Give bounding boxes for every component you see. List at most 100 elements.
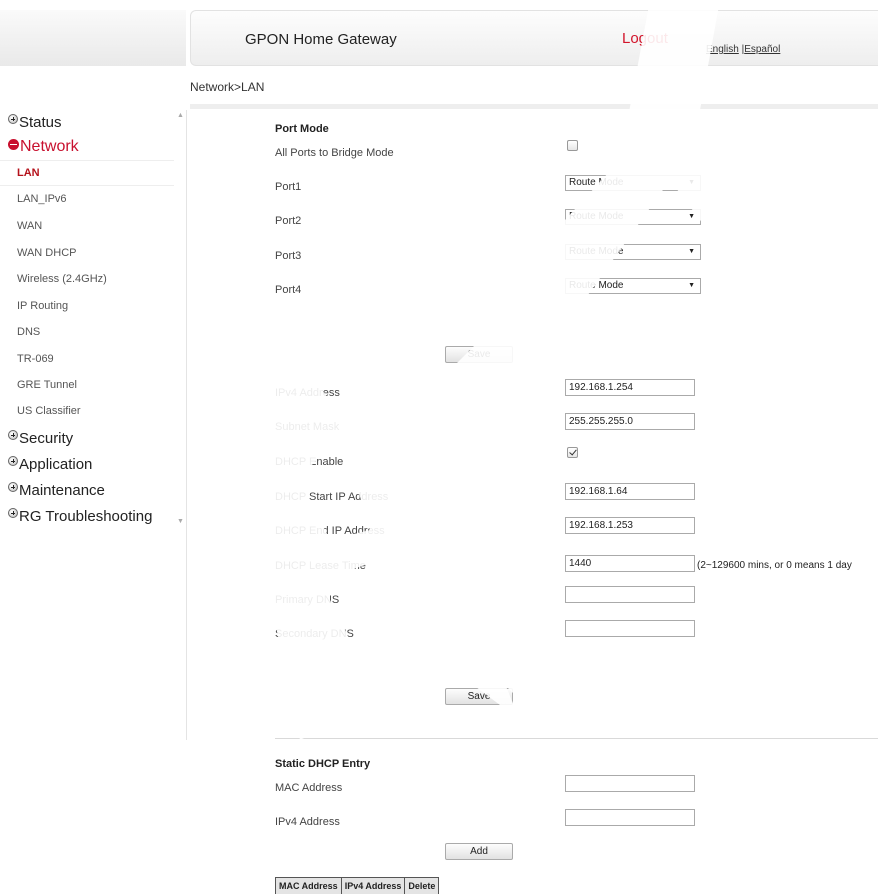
- breadcrumb-divider: [190, 104, 878, 109]
- port4-select[interactable]: Route Mode ▼: [565, 278, 701, 294]
- watermark-letter-r: [0, 720, 200, 894]
- bridge-mode-label: All Ports to Bridge Mode: [275, 147, 394, 159]
- nav-group-network[interactable]: Network: [8, 136, 79, 158]
- lease-time-hint: (2~129600 mins, or 0 means 1 day: [697, 560, 852, 571]
- sidebar-item-wan-dhcp[interactable]: WAN DHCP: [0, 240, 174, 266]
- sidebar-header: [0, 10, 186, 66]
- scroll-down-icon[interactable]: ▼: [177, 518, 184, 526]
- chevron-down-icon: ▼: [688, 282, 695, 289]
- static-ipv4-input[interactable]: [565, 809, 695, 826]
- watermark-letter-d: [0, 520, 150, 720]
- top-header: GPON Home Gateway Logout English |Españo…: [190, 10, 878, 66]
- column-header-mac: MAC Address: [275, 877, 342, 894]
- expand-plus-icon: [8, 430, 18, 440]
- nav-group-label: Status: [19, 113, 62, 131]
- lang-english-link[interactable]: English: [706, 44, 739, 55]
- dhcp-end-label: DHCP End IP Address: [275, 525, 385, 537]
- chevron-down-icon: ▼: [688, 179, 695, 186]
- port1-select-value: Route Mode: [569, 177, 624, 188]
- secondary-dns-label: Secondary DNS: [275, 628, 354, 640]
- sidebar-item-label: IP Routing: [17, 300, 69, 312]
- port-mode-save-button[interactable]: Save: [445, 346, 513, 363]
- expand-plus-icon: [8, 482, 18, 492]
- port4-select-value: Route Mode: [569, 280, 624, 291]
- column-header-ipv4: IPv4 Address: [340, 877, 406, 894]
- sidebar-item-wan[interactable]: WAN: [0, 213, 174, 239]
- lease-time-label: DHCP Lease Time: [275, 560, 366, 572]
- sidebar-nav: Status Network LAN LAN_IPv6 WAN WAN DHCP…: [0, 0, 186, 530]
- ipv4-address-input[interactable]: [565, 379, 695, 396]
- sidebar-item-dns[interactable]: DNS: [0, 319, 174, 345]
- breadcrumb: Network>LAN: [190, 80, 265, 94]
- ipv4-address-label: IPv4 Address: [275, 387, 340, 399]
- port1-label: Port1: [275, 181, 302, 193]
- bridge-mode-checkbox[interactable]: [567, 140, 578, 151]
- subnet-mask-input[interactable]: [565, 413, 695, 430]
- scroll-up-icon[interactable]: ▲: [177, 112, 184, 120]
- dhcp-enable-checkbox[interactable]: [567, 447, 578, 458]
- nav-group-label: Network: [20, 138, 79, 155]
- nav-group-rg-troubleshooting[interactable]: RG Troubleshooting: [8, 505, 152, 527]
- sidebar-item-label: DNS: [17, 326, 41, 338]
- logout-link[interactable]: Logout: [622, 30, 668, 47]
- static-dhcp-table: MAC Address IPv4 Address Delete: [275, 877, 440, 894]
- port2-select[interactable]: Route Mode ▼: [565, 209, 701, 225]
- port4-label: Port4: [275, 284, 302, 296]
- port3-select[interactable]: Route Mode ▼: [565, 244, 701, 260]
- nav-group-application[interactable]: Application: [8, 453, 92, 475]
- sidebar-item-us-classifier[interactable]: US Classifier: [0, 398, 174, 424]
- port1-select[interactable]: Route Mode ▼: [565, 175, 701, 191]
- expand-plus-icon: [8, 508, 18, 518]
- lang-espanol-link[interactable]: Español: [744, 44, 780, 55]
- static-mac-input[interactable]: [565, 775, 695, 792]
- lease-time-input[interactable]: [565, 555, 695, 572]
- sidebar-item-label: WAN DHCP: [17, 247, 77, 259]
- sidebar-item-lan-ipv6[interactable]: LAN_IPv6: [0, 186, 174, 212]
- chevron-down-icon: ▼: [688, 213, 695, 220]
- port2-select-value: Route Mode: [569, 211, 624, 222]
- nav-group-status[interactable]: Status: [8, 111, 62, 133]
- sidebar-item-label: WAN: [17, 220, 43, 232]
- port2-label: Port2: [275, 215, 302, 227]
- sidebar-item-label: Wireless (2.4GHz): [17, 273, 107, 285]
- sidebar-item-label: US Classifier: [17, 405, 81, 417]
- dhcp-end-input[interactable]: [565, 517, 695, 534]
- subnet-mask-label: Subnet Mask: [275, 421, 340, 433]
- column-header-delete: Delete: [404, 877, 440, 894]
- sidebar-item-wireless[interactable]: Wireless (2.4GHz): [0, 266, 174, 292]
- sidebar-item-label: TR-069: [17, 353, 54, 365]
- sidebar-item-ip-routing[interactable]: IP Routing: [0, 293, 174, 319]
- dhcp-enable-label: DHCP Enable: [275, 456, 344, 468]
- nav-group-maintenance[interactable]: Maintenance: [8, 479, 105, 501]
- chevron-down-icon: ▼: [688, 248, 695, 255]
- sidebar-scrollbar[interactable]: ▲ ▼: [175, 110, 186, 530]
- expand-plus-icon: [8, 456, 18, 466]
- port3-select-value: Route Mode: [569, 246, 624, 257]
- sidebar-item-gre-tunnel[interactable]: GRE Tunnel: [0, 372, 174, 398]
- lan-save-button[interactable]: Save: [445, 688, 513, 705]
- app-title: GPON Home Gateway: [245, 31, 397, 48]
- nav-group-security[interactable]: Security: [8, 427, 73, 449]
- dhcp-start-input[interactable]: [565, 483, 695, 500]
- static-dhcp-heading: Static DHCP Entry: [275, 758, 371, 770]
- language-switcher: English |Español: [706, 44, 780, 55]
- static-add-button[interactable]: Add: [445, 843, 513, 860]
- sidebar-item-lan[interactable]: LAN: [0, 160, 174, 186]
- static-ipv4-label: IPv4 Address: [275, 816, 340, 828]
- nav-group-label: Application: [19, 455, 93, 473]
- collapse-minus-icon: [8, 138, 19, 150]
- sidebar-item-tr069[interactable]: TR-069: [0, 346, 174, 372]
- port3-label: Port3: [275, 250, 302, 262]
- primary-dns-input[interactable]: [565, 586, 695, 603]
- static-mac-label: MAC Address: [275, 782, 343, 794]
- dhcp-start-label: DHCP Start IP Address: [275, 491, 389, 503]
- expand-plus-icon: [8, 114, 18, 124]
- nav-group-label: RG Troubleshooting: [19, 507, 153, 525]
- table-header-row: MAC Address IPv4 Address Delete: [275, 877, 440, 894]
- nav-group-label: Maintenance: [19, 481, 105, 499]
- sidebar-item-label: GRE Tunnel: [17, 379, 77, 391]
- sidebar-item-label: LAN: [17, 167, 40, 179]
- sidebar-item-label: LAN_IPv6: [17, 193, 67, 205]
- secondary-dns-input[interactable]: [565, 620, 695, 637]
- port-mode-heading: Port Mode: [275, 123, 329, 135]
